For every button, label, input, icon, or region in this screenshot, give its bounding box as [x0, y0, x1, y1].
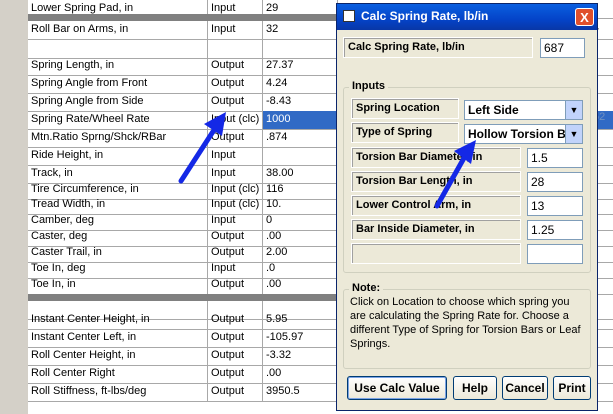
dialog-title-bar[interactable]: Calc Spring Rate, lb/in X	[337, 4, 597, 30]
row-type[interactable]: Output	[208, 311, 263, 329]
row-type[interactable]: Output	[208, 276, 263, 294]
calc-spring-rate-dialog: Calc Spring Rate, lb/in X Calc Spring Ra…	[336, 3, 598, 411]
use-calc-value-button[interactable]: Use Calc Value	[347, 376, 447, 400]
torsion-bar-length-input[interactable]: 28	[527, 172, 583, 192]
row-value[interactable]: 5.95	[263, 311, 338, 329]
row-type[interactable]: Output	[208, 75, 263, 93]
row-name[interactable]: Instant Center Height, in	[28, 311, 208, 329]
field-label: Torsion Bar Length, in	[351, 171, 521, 192]
section-divider	[28, 14, 338, 21]
extra-input[interactable]	[527, 244, 583, 264]
row-value[interactable]	[263, 40, 338, 58]
row-type[interactable]: Input	[208, 21, 263, 39]
spring-location-select[interactable]: Left Side ▼	[464, 100, 583, 120]
lower-control-arm-input[interactable]: 13	[527, 196, 583, 216]
row-name[interactable]: Toe In, in	[28, 276, 208, 294]
row-type[interactable]: Output	[208, 365, 263, 383]
row-name[interactable]: Spring Length, in	[28, 57, 208, 75]
row-type[interactable]	[208, 40, 263, 58]
row-name[interactable]: Roll Center Height, in	[28, 347, 208, 365]
note-title: Note:	[349, 282, 384, 294]
type-of-spring-select[interactable]: Hollow Torsion B ▼	[464, 124, 583, 144]
row-type[interactable]: Output	[208, 57, 263, 75]
row-value[interactable]: -8.43	[263, 93, 338, 111]
row-type[interactable]: Input	[208, 147, 263, 165]
result-label: Calc Spring Rate, lb/in	[343, 37, 533, 58]
chevron-down-icon[interactable]: ▼	[565, 101, 582, 119]
field-label: Torsion Bar Diameter, in	[351, 147, 521, 168]
row-value[interactable]: .874	[263, 129, 338, 147]
row-value[interactable]: 3950.5	[263, 383, 338, 401]
row-name[interactable]	[28, 40, 208, 58]
row-value[interactable]: .00	[263, 365, 338, 383]
row-type[interactable]: Output	[208, 93, 263, 111]
row-name[interactable]: Spring Rate/Wheel Rate	[28, 111, 208, 129]
row-type[interactable]: Output	[208, 329, 263, 347]
field-label: Bar Inside Diameter, in	[351, 219, 521, 240]
cancel-button[interactable]: Cancel	[502, 376, 548, 400]
spring-location-value: Left Side	[468, 103, 519, 117]
close-button[interactable]: X	[575, 8, 594, 26]
row-value[interactable]: 27.37	[263, 57, 338, 75]
bar-inside-diameter-input[interactable]: 1.25	[527, 220, 583, 240]
type-of-spring-label: Type of Spring	[351, 122, 459, 143]
note-text: Click on Location to choose which spring…	[350, 296, 581, 350]
row-header-strip	[0, 0, 29, 414]
row-name[interactable]: Roll Stiffness, ft-lbs/deg	[28, 383, 208, 401]
row-value-selected[interactable]: 1000	[263, 111, 338, 129]
spring-location-label: Spring Location	[351, 98, 459, 119]
torsion-bar-diameter-input[interactable]: 1.5	[527, 148, 583, 168]
row-name[interactable]: Roll Center Right	[28, 365, 208, 383]
app-icon	[343, 10, 355, 22]
row-name[interactable]: Mtn.Ratio Sprng/Shck/RBar	[28, 129, 208, 147]
section-divider	[28, 294, 338, 301]
row-name[interactable]: Roll Bar on Arms, in	[28, 21, 208, 39]
row-name[interactable]: Spring Angle from Side	[28, 93, 208, 111]
inputs-group-title: Inputs	[349, 80, 388, 92]
row-name[interactable]: Ride Height, in	[28, 147, 208, 165]
help-button[interactable]: Help	[453, 376, 497, 400]
type-of-spring-value: Hollow Torsion B	[468, 127, 566, 141]
row-value[interactable]	[263, 147, 338, 165]
row-value[interactable]: -105.97	[263, 329, 338, 347]
dialog-title: Calc Spring Rate, lb/in	[361, 9, 489, 23]
field-label	[351, 243, 521, 264]
field-label: Lower Control Arm, in	[351, 195, 521, 216]
row-value[interactable]: 32	[263, 21, 338, 39]
row-value[interactable]: -3.32	[263, 347, 338, 365]
row-name[interactable]: Instant Center Left, in	[28, 329, 208, 347]
print-button[interactable]: Print	[553, 376, 591, 400]
row-type[interactable]: Output	[208, 383, 263, 401]
row-type[interactable]: Output	[208, 129, 263, 147]
row-name[interactable]: Spring Angle from Front	[28, 75, 208, 93]
row-value[interactable]: 4.24	[263, 75, 338, 93]
chevron-down-icon[interactable]: ▼	[565, 125, 582, 143]
row-type[interactable]: Input (clc)	[208, 111, 263, 129]
row-value[interactable]: .00	[263, 276, 338, 294]
result-value-field[interactable]: 687	[540, 38, 585, 58]
row-type[interactable]: Output	[208, 347, 263, 365]
